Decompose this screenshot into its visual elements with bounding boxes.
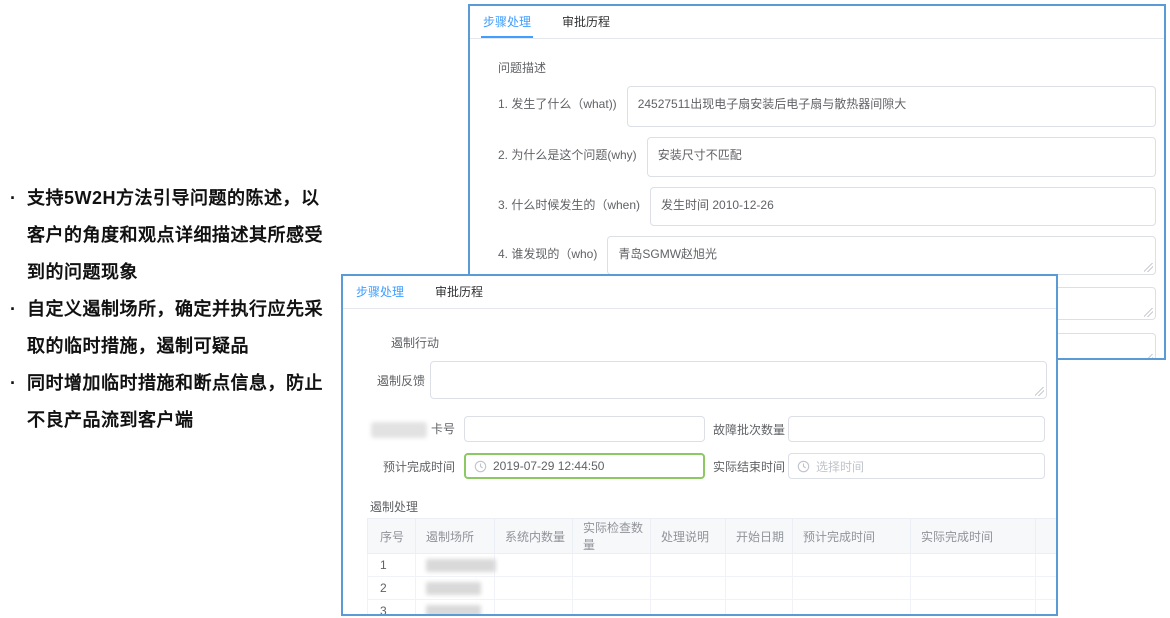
feature-bullet: 自定义遏制场所，确定并执行应先采取的临时措施，遏制可疑品 — [8, 291, 334, 365]
feedback-row: 遏制反馈 — [359, 361, 1056, 399]
tab-approval-history[interactable]: 审批历程 — [560, 13, 612, 38]
page: 支持5W2H方法引导问题的陈述，以客户的角度和观点详细描述其所感受到的问题现象 … — [0, 0, 1170, 618]
tab-step-processing[interactable]: 步骤处理 — [481, 13, 533, 38]
row-index: 2 — [368, 577, 416, 600]
field-label: 2. 为什么是这个问题(why) — [498, 137, 637, 163]
when-input[interactable]: 发生时间 2010-12-26 — [650, 187, 1156, 226]
col-header: 遏制场所 — [416, 519, 495, 554]
tab-step-processing[interactable]: 步骤处理 — [354, 283, 406, 308]
field-value: 安装尺寸不匹配 — [658, 148, 742, 162]
field-row-when: 3. 什么时候发生的（when) 发生时间 2010-12-26 — [498, 187, 1156, 226]
feedback-textarea[interactable] — [430, 361, 1047, 399]
card-number-label: 卡号 — [359, 420, 455, 438]
containment-action-panel: 步骤处理 审批历程 遏制行动 遏制反馈 卡号 故障批次数量 — [341, 274, 1058, 616]
table-row: 1 — [368, 554, 1058, 577]
feature-bullet: 同时增加临时措施和断点信息，防止不良产品流到客户端 — [8, 365, 334, 439]
field-row-what: 1. 发生了什么（what)) 24527511出现电子扇安装后电子扇与散热器间… — [498, 86, 1156, 127]
col-header: 实际完成时间 — [911, 519, 1036, 554]
fault-batch-input[interactable] — [788, 416, 1045, 442]
tab-bar: 步骤处理 审批历程 — [470, 6, 1164, 39]
section-title: 遏制行动 — [391, 334, 1056, 351]
what-input[interactable]: 24527511出现电子扇安装后电子扇与散热器间隙大 — [627, 86, 1156, 127]
field-label: 4. 谁发现的（who) — [498, 236, 597, 262]
field-label: 3. 什么时候发生的（when) — [498, 187, 640, 213]
field-row-why: 2. 为什么是这个问题(why) 安装尺寸不匹配 — [498, 137, 1156, 177]
containment-table: 序号 遏制场所 系统内数量 实际检查数量 处理说明 开始日期 预计完成时间 实际… — [367, 518, 1058, 616]
planned-finish-label: 预计完成时间 — [359, 458, 455, 475]
redacted-text — [371, 422, 427, 438]
planned-finish-datetime-input[interactable]: 2019-07-29 12:44:50 — [464, 453, 705, 479]
tab-approval-history[interactable]: 审批历程 — [433, 283, 485, 308]
field-label: 1. 发生了什么（what)) — [498, 86, 617, 112]
feature-notes: 支持5W2H方法引导问题的陈述，以客户的角度和观点详细描述其所感受到的问题现象 … — [8, 180, 334, 439]
time-row: 预计完成时间 2019-07-29 12:44:50 实际结束时间 选择时间 — [359, 453, 1056, 479]
table-row: 2 — [368, 577, 1058, 600]
col-header: 实际检查数量 — [573, 519, 651, 554]
section-title: 问题描述 — [498, 59, 1156, 76]
clock-icon — [797, 460, 810, 473]
feedback-label: 遏制反馈 — [359, 361, 425, 389]
containment-form: 遏制行动 遏制反馈 卡号 故障批次数量 预计 — [343, 334, 1056, 616]
actual-end-datetime-input[interactable]: 选择时间 — [788, 453, 1045, 479]
field-value: 青岛SGMW赵旭光 — [618, 247, 717, 261]
field-value: 发生时间 2010-12-26 — [661, 198, 774, 212]
tab-bar: 步骤处理 审批历程 — [343, 276, 1056, 309]
col-header-extra — [1036, 519, 1058, 554]
redacted-text — [426, 605, 481, 617]
table-row: 3 — [368, 600, 1058, 617]
datetime-placeholder: 选择时间 — [816, 458, 864, 475]
redacted-text — [426, 582, 481, 595]
clock-icon — [474, 460, 487, 473]
col-header: 预计完成时间 — [793, 519, 911, 554]
col-header: 序号 — [368, 519, 416, 554]
redacted-text — [426, 559, 496, 572]
col-header: 开始日期 — [726, 519, 793, 554]
feature-bullet: 支持5W2H方法引导问题的陈述，以客户的角度和观点详细描述其所感受到的问题现象 — [8, 180, 334, 291]
field-row-who: 4. 谁发现的（who) 青岛SGMW赵旭光 — [498, 236, 1156, 275]
actual-end-label: 实际结束时间 — [713, 458, 785, 475]
row-index: 3 — [368, 600, 416, 617]
field-value: 24527511出现电子扇安装后电子扇与散热器间隙大 — [638, 97, 907, 111]
card-number-input[interactable] — [464, 416, 705, 442]
who-input[interactable]: 青岛SGMW赵旭光 — [607, 236, 1156, 275]
table-header-row: 序号 遏制场所 系统内数量 实际检查数量 处理说明 开始日期 预计完成时间 实际… — [368, 519, 1058, 554]
col-header: 处理说明 — [651, 519, 726, 554]
why-input[interactable]: 安装尺寸不匹配 — [647, 137, 1156, 177]
row-index: 1 — [368, 554, 416, 577]
table-title: 遏制处理 — [370, 498, 1056, 515]
col-header: 系统内数量 — [495, 519, 573, 554]
fault-batch-label: 故障批次数量 — [713, 421, 785, 438]
card-batch-row: 卡号 故障批次数量 — [359, 416, 1056, 442]
